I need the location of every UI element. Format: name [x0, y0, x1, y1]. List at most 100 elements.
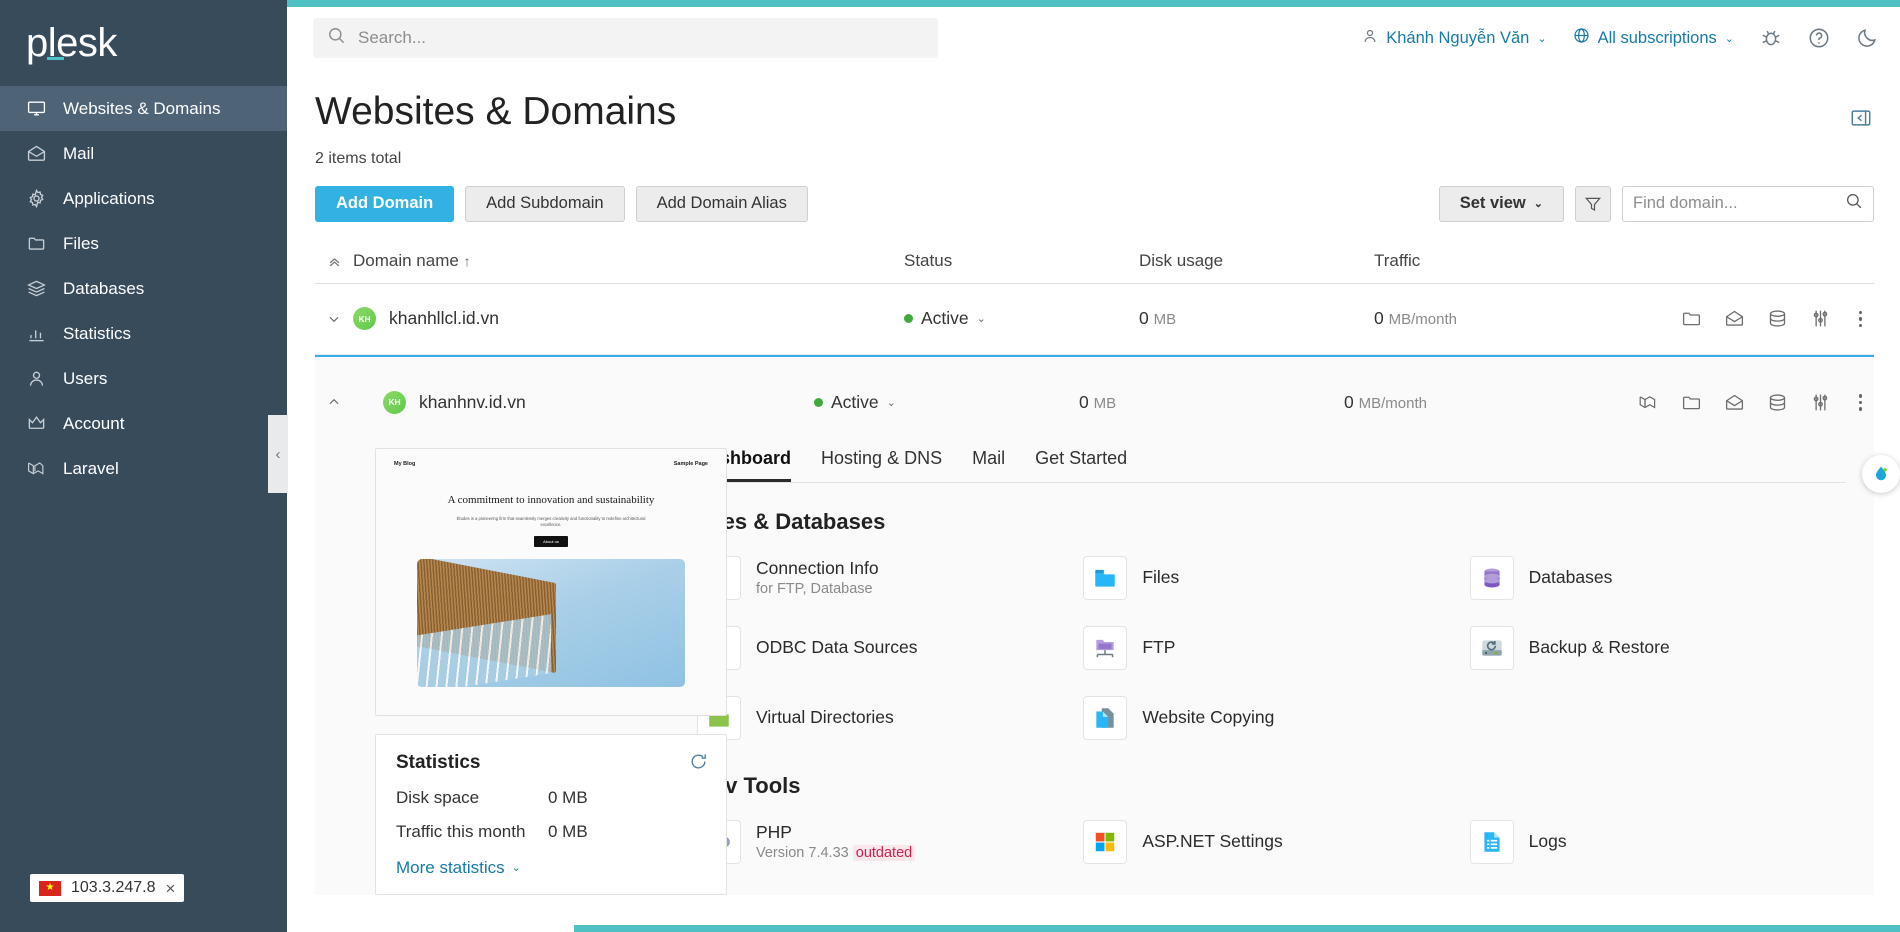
more-statistics-link[interactable]: More statistics ⌄	[396, 858, 706, 878]
folder-icon[interactable]	[1681, 308, 1702, 329]
table-header-row: Domain name ↑ Status Disk usage Traffic	[315, 240, 1874, 284]
filter-icon[interactable]	[1575, 185, 1611, 222]
status-badge[interactable]: Active ⌄	[814, 392, 1049, 413]
find-domain-input[interactable]	[1633, 194, 1839, 214]
laravel-icon[interactable]	[1638, 392, 1659, 413]
detail-tabs: Dashboard Hosting & DNS Mail Get Started	[697, 448, 1846, 483]
sidebar-item-label: Laravel	[63, 458, 119, 478]
column-header-status[interactable]: Status	[904, 251, 1139, 271]
row-actions	[1614, 308, 1874, 329]
tile-backup-restore[interactable]: Backup & Restore	[1469, 619, 1846, 677]
column-header-disk-usage[interactable]: Disk usage	[1139, 251, 1374, 271]
tile-ftp[interactable]: FTP	[1083, 619, 1459, 677]
chevron-down-icon: ⌄	[1537, 32, 1547, 45]
domain-name-cell[interactable]: KH khanhllcl.id.vn	[353, 307, 904, 331]
disk-usage-cell: 0 MB	[1139, 308, 1374, 329]
add-domain-button[interactable]: Add Domain	[315, 185, 455, 222]
tile-databases[interactable]: Databases	[1469, 549, 1846, 607]
kebab-icon[interactable]	[1853, 309, 1869, 330]
sidebar-item-applications[interactable]: Applications	[0, 176, 287, 221]
collapse-all-toggle[interactable]	[315, 254, 353, 269]
domain-name-link[interactable]: khanhnv.id.vn	[419, 392, 526, 413]
tile-text: Files	[1142, 567, 1179, 588]
kebab-icon[interactable]	[1853, 392, 1869, 413]
domain-name-cell[interactable]: KH khanhnv.id.vn	[383, 390, 784, 414]
tab-hosting-dns[interactable]: Hosting & DNS	[821, 448, 942, 482]
tile-text: FTP	[1142, 637, 1175, 658]
sidebar-item-statistics[interactable]: Statistics	[0, 311, 287, 356]
column-header-traffic[interactable]: Traffic	[1374, 251, 1614, 271]
tile-text: Virtual Directories	[756, 707, 894, 728]
traffic-value: 0	[1374, 308, 1384, 329]
bug-icon[interactable]	[1760, 27, 1782, 49]
database-icon[interactable]	[1767, 308, 1788, 329]
search-input[interactable]	[358, 28, 924, 48]
copy-icon	[1083, 695, 1128, 740]
table-row[interactable]: KH khanhllcl.id.vn Active ⌄ 0 MB 0 MB/mo…	[315, 284, 1874, 355]
brand-logo[interactable]: plesk	[0, 0, 287, 86]
row-expand-toggle[interactable]	[315, 312, 353, 326]
sidebar-collapse-handle[interactable]: ‹	[268, 415, 288, 493]
collapse-panel-button[interactable]	[1848, 105, 1874, 131]
settings-sliders-icon[interactable]	[1810, 308, 1831, 329]
tab-mail[interactable]: Mail	[972, 448, 1005, 482]
database-icon[interactable]	[1767, 392, 1788, 413]
settings-sliders-icon[interactable]	[1810, 392, 1831, 413]
sidebar-item-label: Applications	[63, 188, 155, 208]
tile-text: Backup & Restore	[1529, 637, 1670, 658]
add-subdomain-button[interactable]: Add Subdomain	[465, 185, 625, 222]
sidebar-item-label: Account	[63, 413, 125, 433]
mail-icon[interactable]	[1724, 308, 1745, 329]
dark-mode-icon[interactable]	[1856, 27, 1878, 49]
envelope-icon	[26, 143, 47, 164]
chevron-down-icon[interactable]: ⌄	[887, 396, 896, 409]
tab-get-started[interactable]: Get Started	[1035, 448, 1127, 482]
website-preview-thumbnail[interactable]: My Blog Sample Page A commitment to inno…	[375, 447, 727, 716]
sidebar-item-account[interactable]: Account	[0, 401, 287, 446]
user-menu[interactable]: Khánh Nguyễn Văn ⌄	[1362, 28, 1547, 49]
table-row[interactable]: KH khanhnv.id.vn Active ⌄ 0 MB 0 MB/mont…	[315, 354, 1874, 426]
column-header-domain-name[interactable]: Domain name ↑	[353, 251, 904, 271]
tile-aspnet-settings[interactable]: ASP.NET Settings	[1083, 813, 1459, 871]
sidebar-item-databases[interactable]: Databases	[0, 266, 287, 311]
find-domain-field[interactable]	[1622, 185, 1874, 222]
global-search[interactable]	[313, 18, 938, 58]
top-accent-bar	[287, 0, 1900, 7]
detail-left-column: My Blog Sample Page A commitment to inno…	[315, 447, 727, 895]
tile-connection-info[interactable]: Connection Info for FTP, Database	[697, 549, 1073, 607]
folder-icon[interactable]	[1681, 392, 1702, 413]
tile-text: Website Copying	[1142, 707, 1274, 728]
sidebar-item-laravel[interactable]: Laravel	[0, 446, 287, 491]
assistant-float-button[interactable]	[1862, 455, 1900, 493]
close-icon[interactable]: ×	[166, 880, 176, 897]
row-expand-toggle[interactable]	[315, 395, 353, 409]
all-subscriptions-menu[interactable]: All subscriptions ⌄	[1573, 27, 1734, 49]
status-badge[interactable]: Active ⌄	[904, 308, 1139, 329]
traffic-unit: MB/month	[1358, 394, 1427, 412]
tile-website-copying[interactable]: Website Copying	[1083, 689, 1459, 747]
more-statistics-label: More statistics	[396, 857, 505, 877]
user-icon	[26, 368, 47, 389]
outdated-badge: outdated	[852, 845, 916, 862]
help-icon[interactable]	[1808, 27, 1830, 49]
add-domain-alias-button[interactable]: Add Domain Alias	[635, 185, 808, 222]
sidebar-item-mail[interactable]: Mail	[0, 131, 287, 176]
sidebar-item-files[interactable]: Files	[0, 221, 287, 266]
tile-odbc-data-sources[interactable]: ODBC Data Sources	[697, 619, 1073, 677]
refresh-icon[interactable]	[689, 752, 708, 776]
tile-label: Virtual Directories	[756, 707, 894, 728]
tile-files[interactable]: Files	[1083, 549, 1459, 607]
tile-virtual-directories[interactable]: Virtual Directories	[697, 689, 1073, 747]
search-icon[interactable]	[1845, 192, 1863, 215]
domain-name-link[interactable]: khanhllcl.id.vn	[389, 308, 499, 329]
chevron-down-icon: ⌄	[511, 862, 521, 875]
tile-php[interactable]: php PHP Version 7.4.33 outdated	[697, 813, 1073, 871]
traffic-cell: 0 MB/month	[1344, 392, 1584, 413]
vietnam-flag-icon: ★	[39, 880, 61, 896]
set-view-button[interactable]: Set view ⌄	[1438, 185, 1564, 222]
sidebar-item-users[interactable]: Users	[0, 356, 287, 401]
tile-logs[interactable]: Logs	[1469, 813, 1846, 871]
mail-icon[interactable]	[1724, 392, 1745, 413]
chevron-down-icon[interactable]: ⌄	[977, 312, 986, 325]
sidebar-item-websites-domains[interactable]: Websites & Domains	[0, 86, 287, 131]
